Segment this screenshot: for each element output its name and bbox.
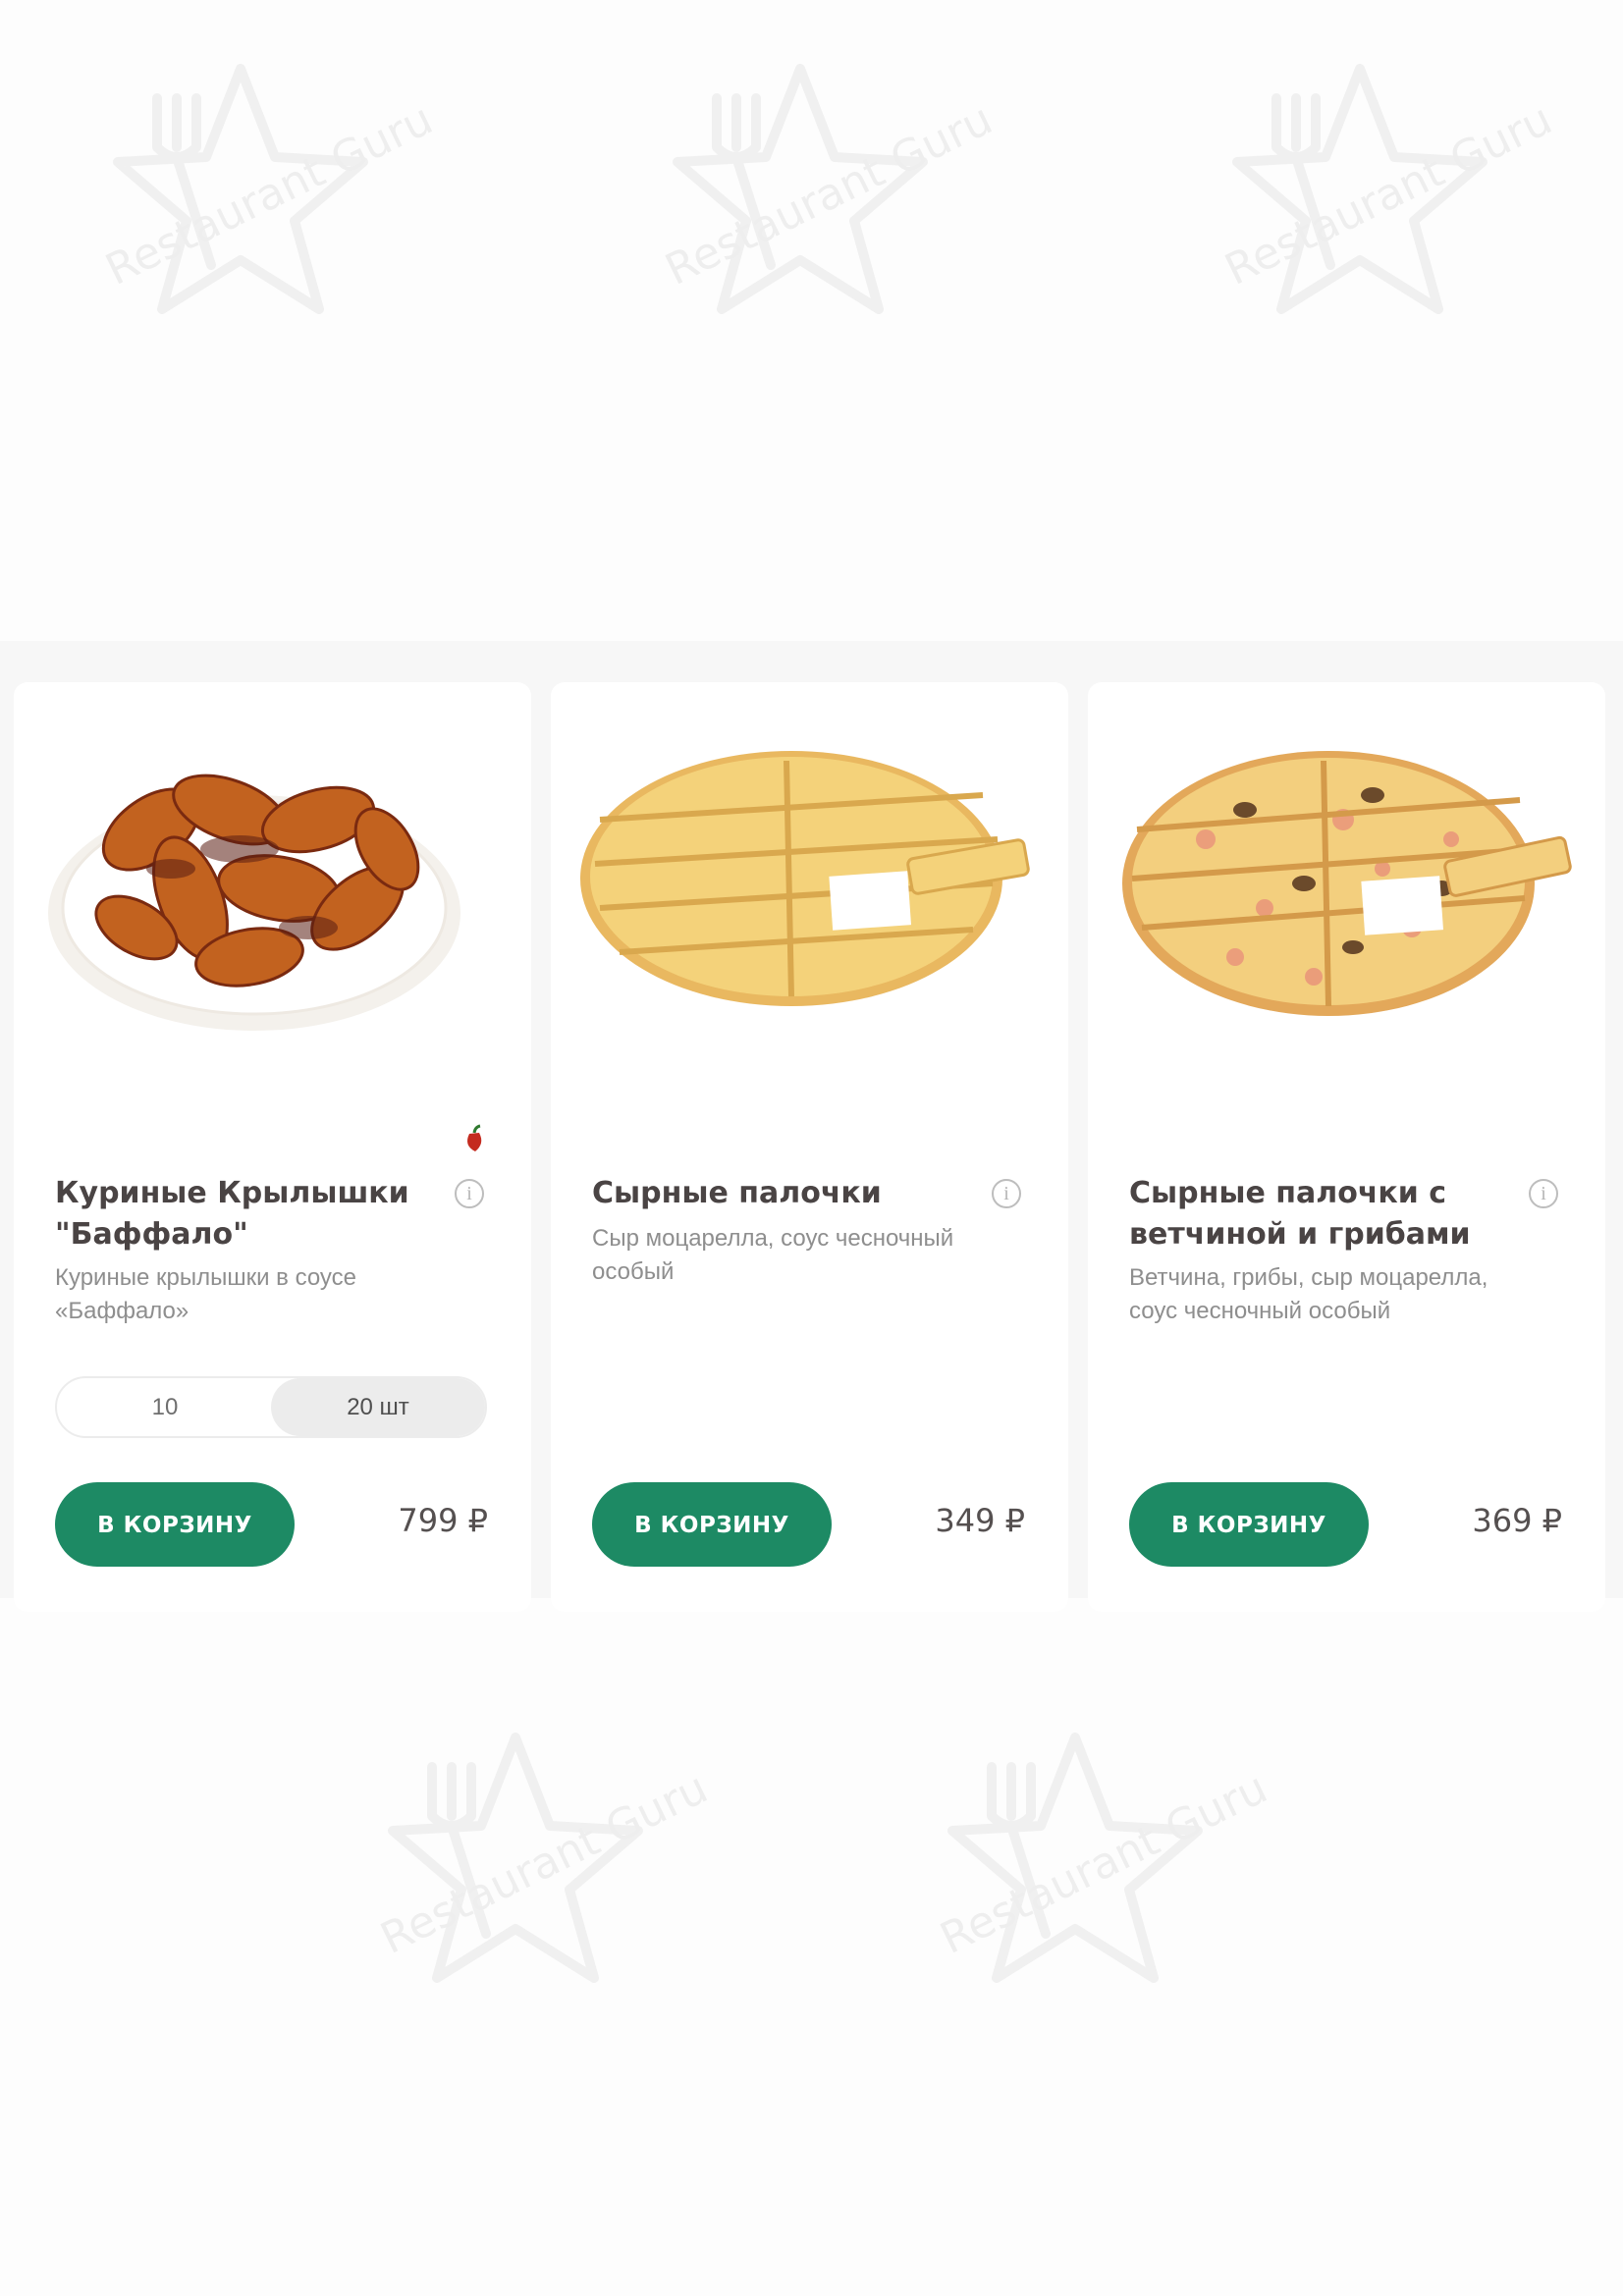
size-toggle: 10 20 шт [55,1376,487,1438]
product-title: Куриные Крылышки "Баффало" [55,1176,409,1252]
watermark: Restaurant Guru [884,1708,1274,2091]
add-to-cart-button[interactable]: В КОРЗИНУ [1129,1482,1369,1567]
size-option-10[interactable]: 10 [57,1378,273,1436]
size-option-20[interactable]: 20 шт [271,1378,485,1436]
info-icon[interactable]: i [992,1179,1021,1208]
cheese-sticks-image [580,751,1030,1006]
product-card-cheese-sticks-ham-mushrooms: Сырные палочки с ветчиной и грибами i Ве… [1088,682,1605,1612]
info-icon[interactable]: i [1529,1179,1558,1208]
watermark: Restaurant Guru [49,39,440,422]
product-title: Сырные палочки [592,1176,882,1210]
product-price: 369 ₽ [1472,1502,1562,1539]
product-title: Сырные палочки с ветчиной и грибами [1129,1176,1471,1252]
info-icon[interactable]: i [455,1179,484,1208]
watermark: Restaurant Guru [324,1708,715,2091]
watermark: Restaurant Guru [1168,39,1559,422]
chili-pepper-icon [467,1124,482,1151]
product-description: Куриные крылышки в соусе «Баффало» [55,1264,357,1324]
cheese-sticks-ham-mushrooms-image [1122,751,1572,1016]
add-to-cart-button[interactable]: В КОРЗИНУ [592,1482,832,1567]
product-description: Ветчина, грибы, сыр моцарелла, соус чесн… [1129,1264,1488,1324]
watermark: Restaurant Guru [609,39,1000,422]
product-card-cheese-sticks: Сырные палочки i Сыр моцарелла, соус чес… [551,682,1068,1612]
product-price: 349 ₽ [935,1502,1025,1539]
add-to-cart-button[interactable]: В КОРЗИНУ [55,1482,295,1567]
product-card-buffalo-wings: Куриные Крылышки "Баффало" i Куриные кры… [14,682,531,1612]
buffalo-wings-image [48,774,460,1031]
product-description: Сыр моцарелла, соус чесночный особый [592,1225,954,1285]
product-price: 799 ₽ [398,1502,488,1539]
